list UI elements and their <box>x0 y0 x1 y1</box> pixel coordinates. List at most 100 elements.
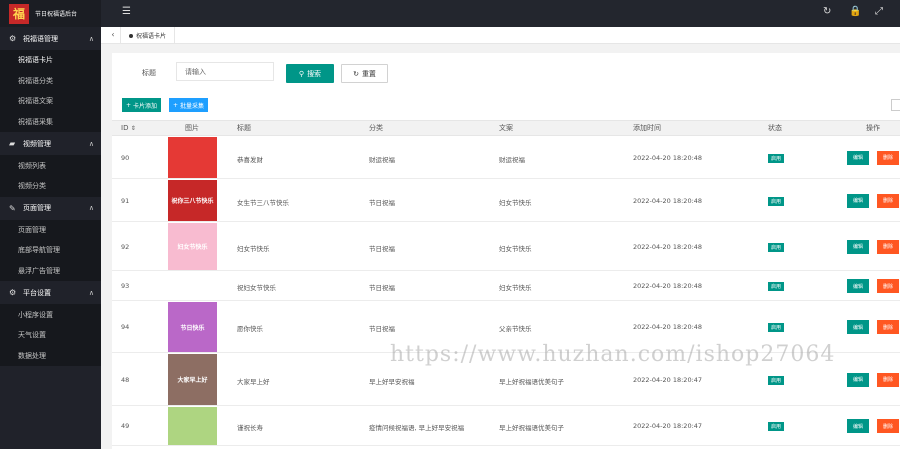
menu-group-video[interactable]: ▰ 视频管理 ∧ <box>0 132 101 155</box>
status-badge[interactable]: 启用 <box>768 323 785 332</box>
sidebar-item-collect[interactable]: 祝福语采集 <box>0 112 101 133</box>
header-time: 添加时间 <box>633 124 661 132</box>
sidebar-item-categories[interactable]: 祝福语分类 <box>0 71 101 92</box>
lock-icon[interactable]: 🔒 <box>849 6 861 17</box>
tab-strip: ‹ 祝福语卡片 <box>101 27 900 44</box>
header-ops: 操作 <box>866 124 880 132</box>
card-image <box>168 137 217 178</box>
edit-button[interactable]: 编辑 <box>847 279 869 293</box>
chevron-up-icon: ∧ <box>88 34 94 43</box>
card-thumbnail[interactable]: 大家早上好 <box>168 354 217 405</box>
tab-current[interactable]: 祝福语卡片 <box>121 27 176 44</box>
card-thumbnail[interactable]: 妇女节快乐 <box>168 223 217 270</box>
search-input[interactable] <box>176 62 274 81</box>
refresh-icon[interactable]: ↻ <box>823 6 831 17</box>
card-image: 节日快乐 <box>168 302 217 352</box>
card-thumbnail[interactable] <box>168 272 217 300</box>
chevron-up-icon: ∧ <box>88 204 94 213</box>
sidebar-item-texts[interactable]: 祝福语文案 <box>0 91 101 112</box>
search-button-label: 搜索 <box>307 69 322 78</box>
status-badge[interactable]: 启用 <box>768 153 785 163</box>
menu-group-platform[interactable]: ⚙ 平台设置 ∧ <box>0 281 101 304</box>
cell-text: 妇女节快乐 <box>499 245 532 253</box>
table-header: ID ⇕ 图片 标题 分类 文案 添加时间 状态 操作 <box>112 120 900 136</box>
add-card-label: 卡片添加 <box>133 102 158 110</box>
edit-button[interactable]: 编辑 <box>847 419 869 433</box>
sidebar-item-bottom-nav[interactable]: 底部导航管理 <box>0 240 101 261</box>
tab-dot-icon <box>129 33 133 38</box>
status-badge[interactable]: 启用 <box>768 422 785 431</box>
edit-button[interactable]: 编辑 <box>847 239 869 254</box>
delete-button[interactable]: 删除 <box>877 239 899 254</box>
table-row: 94 节日快乐 愿你快乐 节日祝福 父亲节快乐 2022-04-20 18:20:48 启用… <box>112 301 900 353</box>
batch-collect-label: 批量采集 <box>180 102 205 110</box>
chevron-up-icon: ∧ <box>88 139 94 148</box>
status-badge[interactable]: 启用 <box>768 375 785 385</box>
add-card-button[interactable]: + 卡片添加 <box>122 98 162 112</box>
header-image: 图片 <box>185 124 199 132</box>
search-button[interactable]: ⚲ 搜索 <box>286 64 334 83</box>
status-badge[interactable]: 启用 <box>768 282 785 291</box>
sidebar-item-cards[interactable]: 祝福语卡片 <box>0 50 101 71</box>
cell-time: 2022-04-20 18:20:48 <box>633 154 703 162</box>
card-image: 祝你三八节快乐 <box>168 180 217 221</box>
table-row: 90 恭喜发财 财运祝福 财运祝福 2022-04-20 18:20:48 启用 编辑 删除 <box>112 136 900 179</box>
status-badge[interactable]: 启用 <box>768 242 785 252</box>
delete-button[interactable]: 删除 <box>877 279 899 293</box>
sidebar-item-page-manage[interactable]: 页面管理 <box>0 220 101 241</box>
edit-button[interactable]: 编辑 <box>847 320 869 334</box>
sidebar-item-video-list[interactable]: 视频列表 <box>0 155 101 176</box>
cell-id: 92 <box>121 243 130 251</box>
status-badge[interactable]: 启用 <box>768 196 785 206</box>
fullscreen-icon[interactable]: ⤢ <box>875 6 883 17</box>
delete-button[interactable]: 删除 <box>877 150 899 165</box>
table-row: 48 大家早上好 大家早上好 早上好早安祝福 早上好祝福语优美句子 2022-04-20 … <box>112 353 900 406</box>
cell-title: 谨祝长寿 <box>237 424 263 432</box>
cell-time: 2022-04-20 18:20:48 <box>633 243 703 251</box>
sidebar-item-video-category[interactable]: 视频分类 <box>0 176 101 197</box>
gear-icon: ⚙ <box>9 34 17 43</box>
card-thumbnail[interactable]: 祝你三八节快乐 <box>168 180 217 221</box>
cell-category: 节日祝福 <box>369 325 395 333</box>
card-thumbnail[interactable]: 节日快乐 <box>168 302 217 352</box>
sidebar-item-float-ad[interactable]: 悬浮广告管理 <box>0 261 101 282</box>
sidebar-item-data[interactable]: 数据处理 <box>0 346 101 367</box>
search-icon: ⚲ <box>298 69 305 78</box>
delete-button[interactable]: 删除 <box>877 372 899 387</box>
cell-category: 疫情问候祝福语, 早上好早安祝福 <box>369 424 465 432</box>
batch-collect-button[interactable]: + 批量采集 <box>169 98 209 112</box>
tab-label: 祝福语卡片 <box>136 33 167 40</box>
cell-id: 93 <box>121 282 130 290</box>
topbar: ☰ ↻ 🔒 ⤢ <box>101 0 900 27</box>
sort-icon[interactable]: ⇕ <box>131 125 136 132</box>
sidebar-item-miniapp[interactable]: 小程序设置 <box>0 304 101 325</box>
delete-button[interactable]: 删除 <box>877 320 899 334</box>
edit-button[interactable]: 编辑 <box>847 193 869 208</box>
cell-time: 2022-04-20 18:20:48 <box>633 282 703 290</box>
chevron-left-icon[interactable]: ‹ <box>107 30 119 39</box>
delete-button[interactable]: 删除 <box>877 193 899 208</box>
chevron-up-icon: ∧ <box>88 288 94 297</box>
cell-category: 早上好早安祝福 <box>369 378 415 386</box>
delete-button[interactable]: 删除 <box>877 419 899 433</box>
menu-group-blessing[interactable]: ⚙ 祝福语管理 ∧ <box>0 27 101 50</box>
header-id[interactable]: ID ⇕ <box>121 124 136 132</box>
edit-button[interactable]: 编辑 <box>847 150 869 165</box>
logo: 福 节日祝福语后台 <box>0 0 101 27</box>
cell-text: 妇女节快乐 <box>499 199 532 207</box>
logo-mark: 福 <box>9 3 29 24</box>
header-text: 文案 <box>499 124 513 132</box>
menu-group-pages[interactable]: ✎ 页面管理 ∧ <box>0 197 101 220</box>
sidebar-item-weather[interactable]: 天气设置 <box>0 325 101 346</box>
card-thumbnail[interactable] <box>168 407 217 445</box>
cell-id: 49 <box>121 422 130 430</box>
edit-button[interactable]: 编辑 <box>847 372 869 387</box>
card-thumbnail[interactable] <box>168 137 217 178</box>
menu-toggle-icon[interactable]: ☰ <box>122 6 131 17</box>
column-filter-icon[interactable] <box>891 99 900 111</box>
plus-icon: + <box>173 101 179 109</box>
reset-button[interactable]: ↻ 重置 <box>341 64 388 83</box>
table-row: 93 祝妇女节快乐 节日祝福 妇女节快乐 2022-04-20 18:20:48 启用 编辑… <box>112 271 900 301</box>
card-image: 妇女节快乐 <box>168 223 217 270</box>
cell-category: 财运祝福 <box>369 156 395 164</box>
